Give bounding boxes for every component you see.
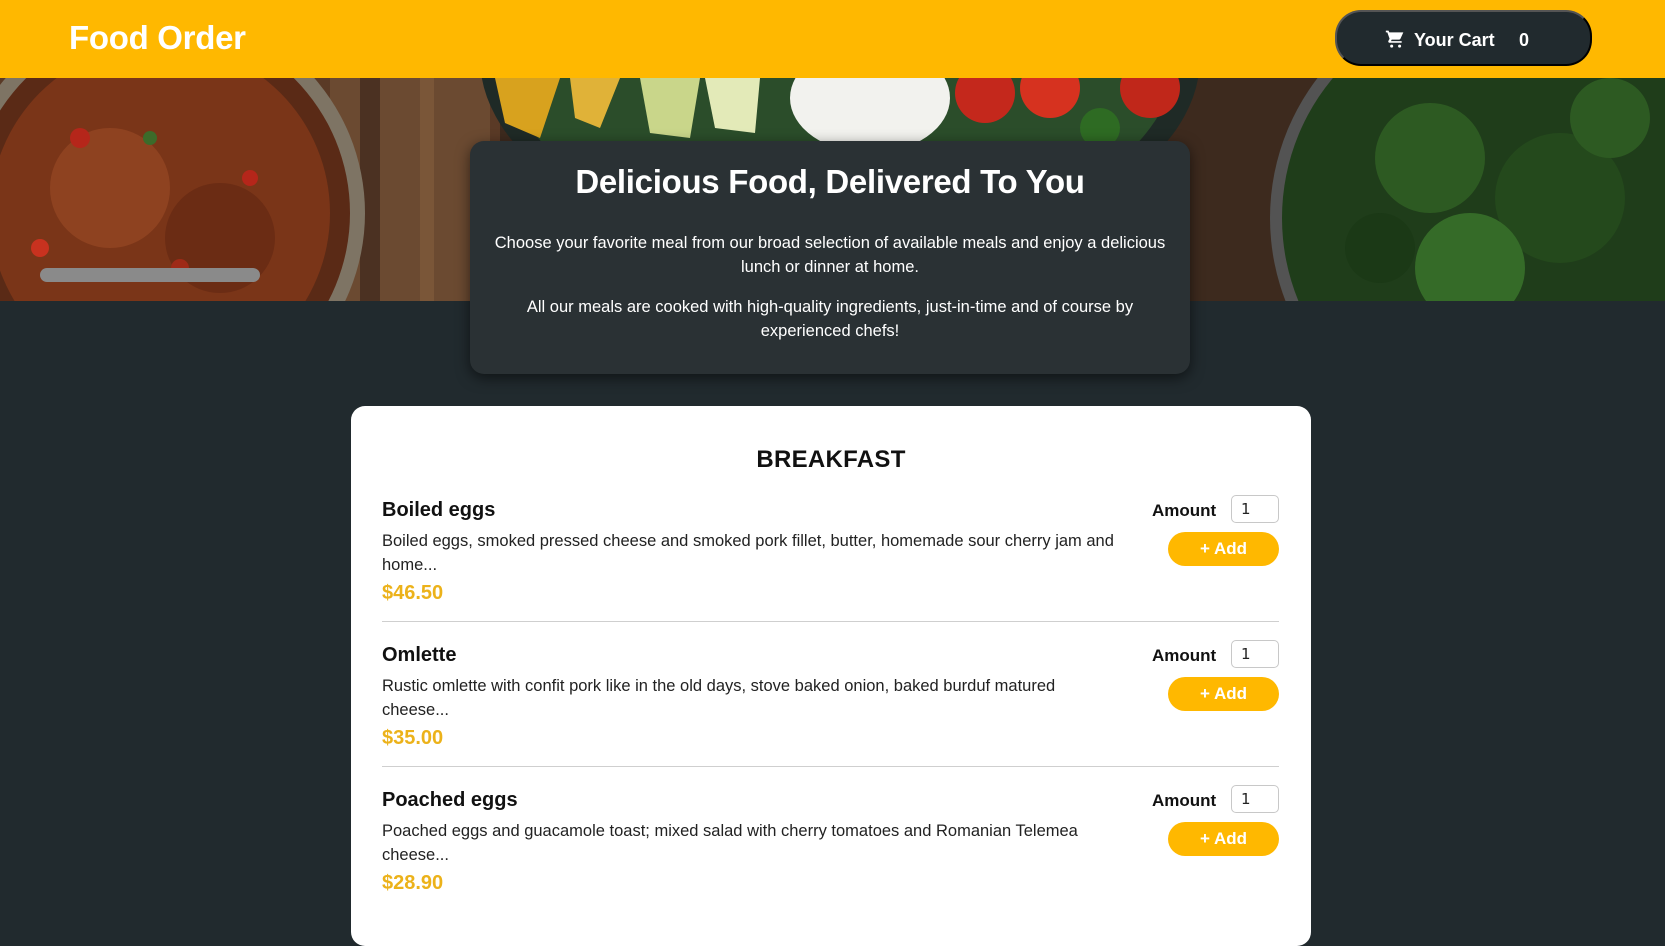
meal-name: Boiled eggs	[382, 499, 496, 521]
top-bar: Food Order Your Cart 0	[0, 0, 1665, 78]
welcome-summary: Delicious Food, Delivered To You Choose …	[470, 141, 1190, 374]
divider	[382, 766, 1279, 767]
summary-title: Delicious Food, Delivered To You	[575, 163, 1085, 200]
cart-icon	[1385, 30, 1404, 48]
cart-count-badge: 0	[1519, 30, 1530, 50]
add-to-cart-button[interactable]: + Add	[1168, 677, 1279, 711]
amount-label: Amount	[1152, 501, 1217, 520]
meals-card: BREAKFAST Boiled eggs Boiled eggs, smoke…	[351, 406, 1311, 946]
meal-description: Boiled eggs, smoked pressed cheese and s…	[382, 532, 1114, 574]
summary-paragraph: All our meals are cooked with high-quali…	[526, 298, 1134, 340]
amount-input[interactable]	[1231, 640, 1279, 668]
meal-price: $46.50	[382, 582, 444, 604]
amount-label: Amount	[1152, 791, 1217, 810]
meal-name: Poached eggs	[382, 789, 518, 811]
meal-description: Rustic omlette with confit pork like in …	[382, 677, 1056, 719]
divider	[382, 621, 1279, 622]
add-to-cart-button[interactable]: + Add	[1168, 822, 1279, 856]
amount-label: Amount	[1152, 646, 1217, 665]
meal-item: Boiled eggs Boiled eggs, smoked pressed …	[382, 495, 1279, 640]
summary-paragraph: Choose your favorite meal from our broad…	[494, 234, 1166, 276]
add-to-cart-button[interactable]: + Add	[1168, 532, 1279, 566]
meal-price: $28.90	[382, 872, 444, 894]
amount-input[interactable]	[1231, 495, 1279, 523]
meal-name: Omlette	[382, 644, 457, 666]
cart-label: Your Cart	[1414, 30, 1495, 50]
cart-button[interactable]: Your Cart 0	[1335, 10, 1592, 66]
section-title: BREAKFAST	[756, 446, 906, 473]
meal-item: Omlette Rustic omlette with confit pork …	[382, 640, 1279, 785]
meal-price: $35.00	[382, 727, 444, 749]
amount-input[interactable]	[1231, 785, 1279, 813]
brand-title: Food Order	[69, 19, 246, 56]
meal-description: Poached eggs and guacamole toast; mixed …	[382, 822, 1078, 864]
meal-item: Poached eggs Poached eggs and guacamole …	[382, 785, 1279, 930]
